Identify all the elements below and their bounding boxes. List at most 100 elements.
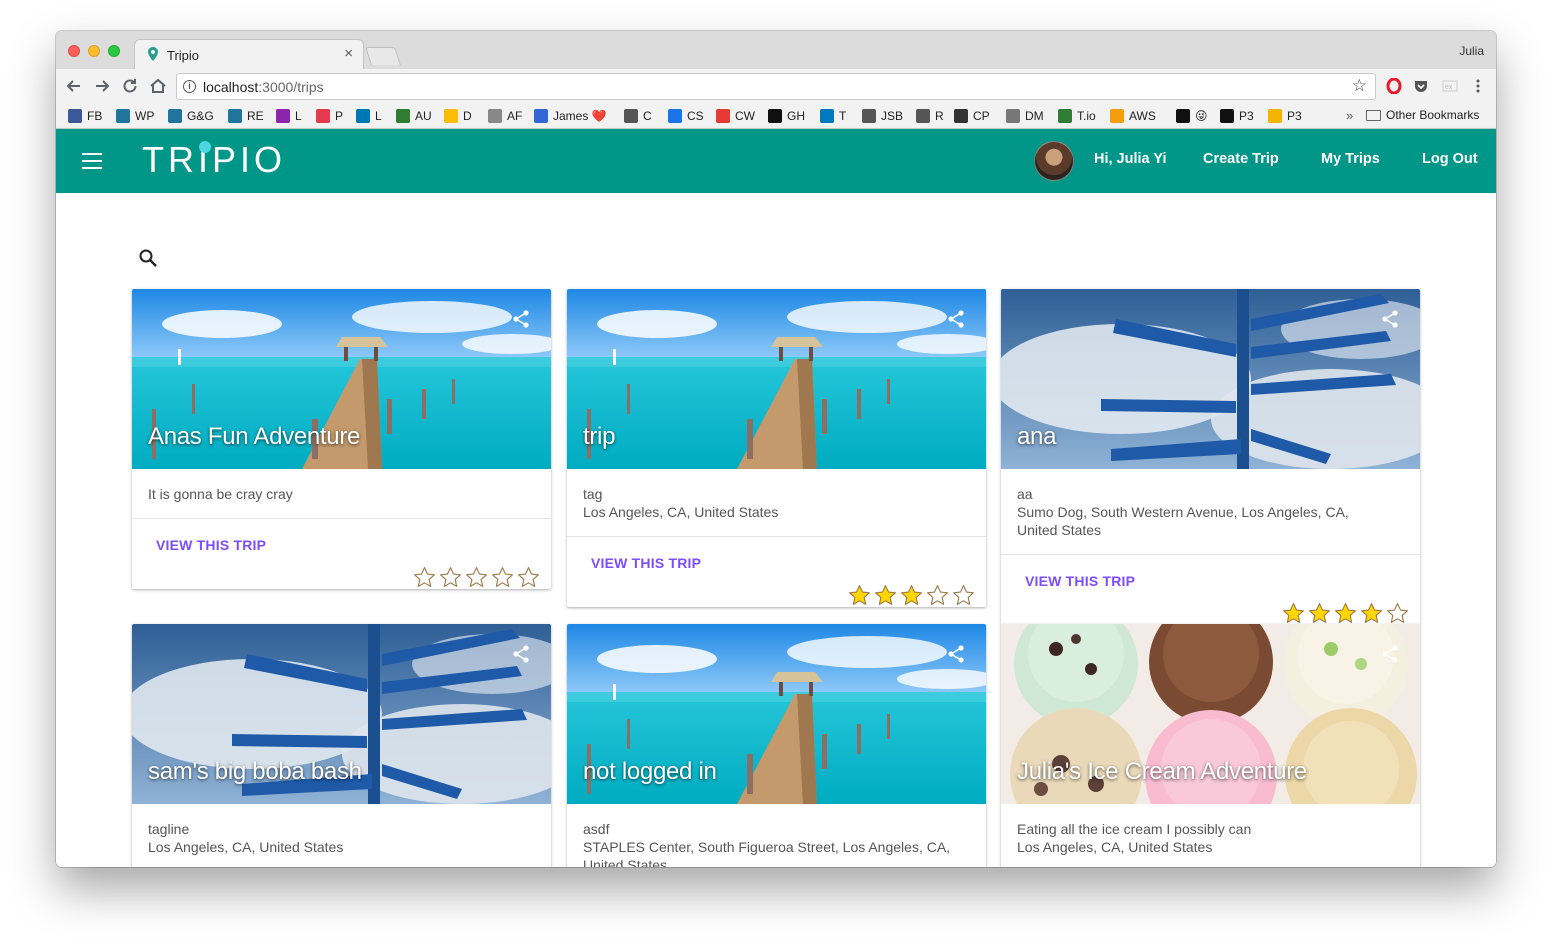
star-rating[interactable] (1280, 601, 1410, 625)
star-empty-icon[interactable] (951, 583, 976, 607)
tab-close-icon[interactable]: × (344, 45, 353, 62)
bookmark-item[interactable]: CP (954, 108, 990, 124)
home-icon[interactable] (148, 76, 168, 96)
trip-card[interactable]: sam's big boba bash tagline Los Angeles, … (132, 624, 551, 867)
bookmark-label: C (643, 109, 652, 123)
minimize-window-button[interactable] (88, 45, 100, 57)
trip-card-image: Julia's Ice Cream Adventure (1001, 624, 1420, 804)
bookmark-item[interactable]: James ❤️ (534, 108, 607, 124)
star-rating[interactable] (846, 583, 976, 607)
bookmark-item[interactable]: AU (396, 108, 432, 124)
trip-card-image: not logged in (567, 624, 986, 804)
trip-card[interactable]: Julia's Ice Cream Adventure Eating all t… (1001, 624, 1420, 867)
more-vertical-icon[interactable] (1470, 78, 1486, 94)
view-trip-button[interactable]: VIEW THIS TRIP (156, 537, 266, 553)
star-empty-icon[interactable] (490, 565, 515, 589)
bookmark-label: James ❤️ (553, 109, 607, 123)
share-icon[interactable] (946, 309, 966, 329)
info-icon[interactable]: i (183, 80, 196, 93)
browser-tab[interactable]: Tripio × (134, 39, 364, 69)
bookmark-favicon-icon (820, 109, 834, 123)
maximize-window-button[interactable] (108, 45, 120, 57)
star-empty-icon[interactable] (516, 565, 541, 589)
star-empty-icon[interactable] (1385, 601, 1410, 625)
bookmark-item[interactable]: R (916, 108, 944, 124)
bookmark-item[interactable]: RE (228, 108, 264, 124)
bookmark-item[interactable]: P (316, 108, 343, 124)
svg-text:ex: ex (1445, 84, 1453, 91)
nav-create-trip[interactable]: Create Trip (1203, 151, 1279, 167)
bookmark-item[interactable]: FB (68, 108, 102, 124)
star-filled-icon[interactable] (899, 583, 924, 607)
hamburger-menu-icon[interactable] (82, 153, 102, 169)
bookmark-item[interactable]: AF (488, 108, 522, 124)
bookmark-item[interactable]: L (356, 108, 382, 124)
bookmark-item[interactable]: CS (668, 108, 704, 124)
share-icon[interactable] (946, 644, 966, 664)
search-icon[interactable] (138, 248, 158, 268)
bookmark-favicon-icon (444, 109, 458, 123)
address-bar[interactable]: i localhost:3000/trips ☆ (176, 73, 1376, 100)
share-icon[interactable] (1380, 309, 1400, 329)
trip-card-title: ana (1017, 423, 1057, 450)
pocket-extension-icon[interactable] (1413, 78, 1429, 94)
star-filled-icon[interactable] (1333, 601, 1358, 625)
bookmark-item[interactable]: T (820, 108, 846, 124)
bookmark-item[interactable]: AWS (1110, 108, 1156, 124)
bookmark-item[interactable]: CW (716, 108, 755, 124)
trip-card[interactable]: not logged in asdf STAPLES Center, South … (567, 624, 986, 867)
star-empty-icon[interactable] (412, 565, 437, 589)
bookmark-item[interactable]: GH (768, 108, 805, 124)
star-empty-icon[interactable] (438, 565, 463, 589)
share-icon[interactable] (511, 644, 531, 664)
nav-my-trips[interactable]: My Trips (1321, 151, 1380, 167)
back-arrow-icon[interactable] (64, 76, 84, 96)
user-greeting[interactable]: Hi, Julia Yi (1094, 151, 1167, 167)
forward-arrow-icon[interactable] (92, 76, 112, 96)
view-trip-button[interactable]: VIEW THIS TRIP (1025, 573, 1135, 589)
close-window-button[interactable] (68, 45, 80, 57)
trip-card-description: It is gonna be cray cray (132, 469, 551, 519)
bookmark-item[interactable]: P3 (1268, 108, 1302, 124)
bookmark-item[interactable]: L (276, 108, 302, 124)
star-filled-icon[interactable] (873, 583, 898, 607)
bookmark-favicon-icon (668, 109, 682, 123)
bookmark-favicon-icon (396, 109, 410, 123)
star-empty-icon[interactable] (464, 565, 489, 589)
share-icon[interactable] (511, 309, 531, 329)
other-bookmarks-folder[interactable]: Other Bookmarks (1366, 108, 1479, 122)
opera-extension-icon[interactable] (1386, 78, 1402, 94)
star-rating[interactable] (411, 565, 541, 589)
star-filled-icon[interactable] (847, 583, 872, 607)
view-trip-button[interactable]: VIEW THIS TRIP (591, 555, 701, 571)
bookmark-item[interactable]: D (444, 108, 472, 124)
star-filled-icon[interactable] (1359, 601, 1384, 625)
new-tab-button[interactable] (365, 47, 401, 65)
profile-name[interactable]: Julia (1459, 44, 1484, 58)
bookmark-item[interactable]: JSB (862, 108, 903, 124)
bookmark-label: T.io (1077, 109, 1096, 123)
share-icon[interactable] (1380, 644, 1400, 664)
star-empty-icon[interactable] (925, 583, 950, 607)
bookmark-item[interactable]: DM (1006, 108, 1044, 124)
bookmark-item[interactable]: G&G (168, 108, 214, 124)
bookmark-item[interactable]: C (624, 108, 652, 124)
bookmark-item[interactable]: 😜 (1176, 108, 1208, 124)
nav-log-out[interactable]: Log Out (1422, 151, 1478, 167)
trip-card[interactable]: trip tag Los Angeles, CA, United States V… (567, 289, 986, 607)
bookmark-item[interactable]: T.io (1058, 108, 1096, 124)
extension-icon[interactable]: ex (1442, 78, 1458, 94)
bookmark-item[interactable]: WP (116, 108, 154, 124)
tripio-logo[interactable]: TRIPIO (142, 139, 286, 181)
user-avatar[interactable] (1034, 141, 1074, 181)
star-filled-icon[interactable] (1307, 601, 1332, 625)
bookmark-item[interactable]: P3 (1220, 108, 1254, 124)
bookmark-favicon-icon (1006, 109, 1020, 123)
trip-card[interactable]: ana aa Sumo Dog, South Western Avenue, Lo… (1001, 289, 1420, 625)
bookmark-star-icon[interactable]: ☆ (1352, 76, 1367, 96)
reload-icon[interactable] (120, 76, 140, 96)
star-filled-icon[interactable] (1281, 601, 1306, 625)
bookmarks-overflow-icon[interactable]: » (1346, 108, 1353, 123)
trip-card[interactable]: Anas Fun Adventure It is gonna be cray c… (132, 289, 551, 589)
url-text[interactable]: localhost:3000/trips (203, 79, 324, 95)
